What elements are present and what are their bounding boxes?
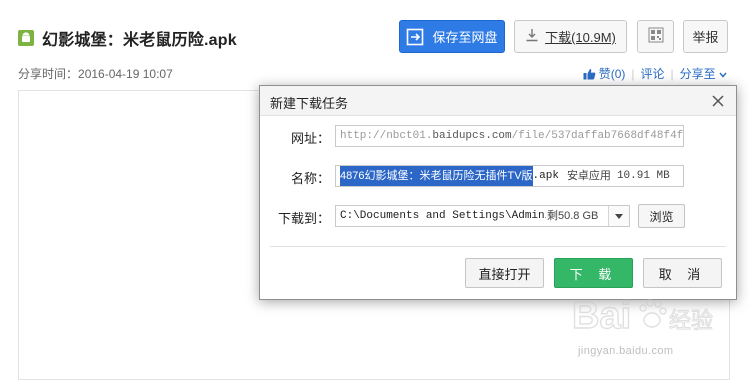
file-extension: .apk (532, 170, 559, 182)
url-prefix: http://nbct01. (340, 130, 433, 142)
report-button[interactable]: 举报 (683, 20, 728, 53)
url-label: 网址： (290, 131, 330, 146)
cancel-button[interactable]: 取 消 (643, 258, 722, 288)
free-space: 剩50.8 GB (547, 210, 599, 222)
share-label: 分享至 (679, 67, 716, 81)
android-icon (18, 30, 34, 46)
file-name-selection: 4876幻影城堡：米老鼠历险无插件TV版 (340, 166, 533, 186)
share-link[interactable]: 分享至 (680, 65, 727, 82)
watermark-site: jingyan.baidu.com (578, 345, 674, 357)
baidu-jingyan-watermark: Bai 经验 (571, 290, 722, 345)
file-title: 幻影城堡：米老鼠历险.apk (18, 26, 237, 50)
close-icon[interactable] (710, 93, 726, 109)
qr-code-button[interactable] (637, 20, 674, 53)
action-links: 赞(0) | 评论 | 分享至 (583, 65, 727, 82)
share-time-label: 分享时间： (18, 67, 79, 81)
confirm-download-button[interactable]: 下 载 (554, 258, 633, 288)
url-suffix: /file/537daffab7668df48f4f2e4b0 (511, 130, 684, 142)
file-name-field[interactable]: 4876幻影城堡：米老鼠历险无插件TV版 .apk 安卓应用 10.91 MB (335, 165, 684, 187)
download-button-label: 下载(10.9M) (545, 30, 616, 45)
watermark-logo-text: Bai (572, 295, 631, 337)
dialog-title: 新建下载任务 (270, 96, 349, 111)
download-button[interactable]: 下载(10.9M) (514, 20, 627, 53)
save-icon (406, 28, 424, 46)
url-field[interactable]: http://nbct01.baidupcs.com/file/537daffa… (335, 125, 684, 147)
save-button-label: 保存至网盘 (432, 30, 498, 45)
new-download-dialog: 新建下载任务 网址： http://nbct01.baidupcs.com/fi… (259, 85, 737, 300)
dialog-divider (270, 246, 726, 247)
comment-link[interactable]: 评论 (641, 65, 665, 82)
file-size: 10.91 MB (616, 170, 670, 182)
qr-code-icon (648, 27, 664, 46)
divider: | (631, 66, 635, 81)
download-icon (525, 28, 539, 45)
thumbs-up-icon (583, 68, 596, 79)
dropdown-arrow-icon[interactable] (608, 206, 629, 226)
file-type: 安卓应用 (566, 170, 611, 182)
like-link[interactable]: 赞(0) (583, 65, 626, 82)
share-time-value: 2016-04-19 10:07 (78, 67, 173, 81)
save-to-label: 下载到： (277, 211, 330, 226)
browse-button[interactable]: 浏览 (638, 204, 685, 228)
like-label: 赞(0) (598, 67, 626, 81)
url-domain: baidupcs.com (432, 130, 512, 142)
divider: | (670, 66, 674, 81)
open-directly-button[interactable]: 直接打开 (465, 258, 544, 288)
chevron-down-icon (719, 72, 727, 78)
name-label: 名称： (290, 171, 330, 186)
watermark-logo-cn: 经验 (669, 309, 713, 334)
dialog-titlebar: 新建下载任务 (260, 86, 736, 116)
save-path-select[interactable]: C:\Documents and Settings\Administ 剩50.8… (335, 205, 630, 227)
share-time: 分享时间：2016-04-19 10:07 (18, 65, 173, 82)
save-to-netdisk-button[interactable]: 保存至网盘 (399, 20, 505, 53)
file-name: 幻影城堡：米老鼠历险.apk (42, 32, 237, 49)
paw-icon (639, 299, 667, 328)
save-path: C:\Documents and Settings\Administ (340, 210, 546, 222)
